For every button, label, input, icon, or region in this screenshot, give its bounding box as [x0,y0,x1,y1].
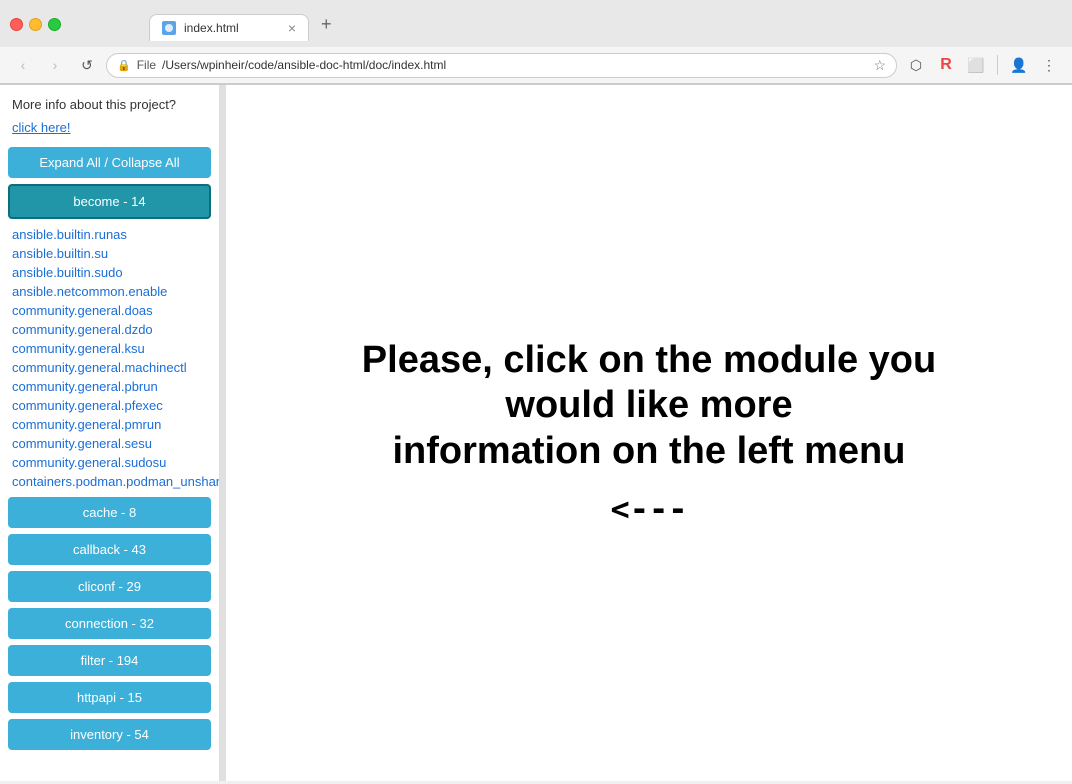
module-link-ansible-netcommon-enable[interactable]: ansible.netcommon.enable [8,282,211,301]
expand-collapse-button[interactable]: Expand All / Collapse All [8,147,211,178]
module-link-community-general-pmrun[interactable]: community.general.pmrun [8,415,211,434]
main-content: More info about this project? click here… [0,85,1072,781]
more-info-text: More info about this project? [8,95,211,114]
module-link-community-general-sudosu[interactable]: community.general.sudosu [8,453,211,472]
sidebar: More info about this project? click here… [0,85,220,781]
module-link-ansible-builtin-su[interactable]: ansible.builtin.su [8,244,211,263]
module-link-community-general-dzdo[interactable]: community.general.dzdo [8,320,211,339]
more-options-button[interactable]: ⋮ [1036,52,1062,78]
module-link-ansible-builtin-runas[interactable]: ansible.builtin.runas [8,225,211,244]
lock-icon: 🔒 [117,59,131,72]
cliconf-category-button[interactable]: cliconf - 29 [8,571,211,602]
minimize-button[interactable] [29,18,42,31]
module-link-community-general-pbrun[interactable]: community.general.pbrun [8,377,211,396]
module-link-containers-podman-podman-unshare[interactable]: containers.podman.podman_unshare [8,472,211,491]
back-button[interactable]: ‹ [10,52,36,78]
modules-list: ansible.builtin.runas ansible.builtin.su… [8,225,211,491]
module-link-community-general-machinectl[interactable]: community.general.machinectl [8,358,211,377]
nav-bar: ‹ › ↺ 🔒 File /Users/wpinheir/code/ansibl… [0,47,1072,84]
connection-category-button[interactable]: connection - 32 [8,608,211,639]
bookmark-icon[interactable]: ☆ [873,57,886,74]
welcome-line1: Please, click on the module you would li… [362,339,936,427]
maximize-button[interactable] [48,18,61,31]
welcome-line2: information on the left menu [393,430,906,472]
title-bar: index.html × + [0,0,1072,47]
nav-separator [997,55,998,75]
extensions-icon[interactable]: ⬡ [903,52,929,78]
cache-category-button[interactable]: cache - 8 [8,497,211,528]
tab-favicon [162,21,176,35]
module-link-community-general-pfexec[interactable]: community.general.pfexec [8,396,211,415]
module-link-community-general-sesu[interactable]: community.general.sesu [8,434,211,453]
module-link-community-general-doas[interactable]: community.general.doas [8,301,211,320]
module-link-ansible-builtin-sudo[interactable]: ansible.builtin.sudo [8,263,211,282]
url-text: /Users/wpinheir/code/ansible-doc-html/do… [162,58,446,72]
close-button[interactable] [10,18,23,31]
nav-right-icons: ⬡ R ⬜ 👤 ⋮ [903,52,1062,78]
puzzle-icon[interactable]: ⬜ [963,52,989,78]
traffic-lights [10,18,61,31]
account-icon[interactable]: 👤 [1006,52,1032,78]
arrow-indicator: <--- [319,490,979,528]
click-here-link[interactable]: click here! [8,118,211,137]
become-category-button[interactable]: become - 14 [8,184,211,219]
new-tab-button[interactable]: + [311,8,342,41]
file-protocol-label: File [137,58,156,72]
address-bar[interactable]: 🔒 File /Users/wpinheir/code/ansible-doc-… [106,53,897,78]
tab-bar: index.html × + [139,8,352,41]
filter-category-button[interactable]: filter - 194 [8,645,211,676]
forward-button[interactable]: › [42,52,68,78]
welcome-heading: Please, click on the module you would li… [319,338,979,475]
inventory-category-button[interactable]: inventory - 54 [8,719,211,750]
reload-button[interactable]: ↺ [74,52,100,78]
active-tab[interactable]: index.html × [149,14,309,41]
module-link-community-general-ksu[interactable]: community.general.ksu [8,339,211,358]
content-area: Please, click on the module you would li… [226,85,1072,781]
httpapi-category-button[interactable]: httpapi - 15 [8,682,211,713]
callback-category-button[interactable]: callback - 43 [8,534,211,565]
welcome-message: Please, click on the module you would li… [299,318,999,549]
browser-chrome: index.html × + ‹ › ↺ 🔒 File /Users/wpinh… [0,0,1072,85]
tab-title: index.html [184,21,239,35]
raindrop-icon[interactable]: R [933,52,959,78]
tab-close-button[interactable]: × [288,21,296,35]
